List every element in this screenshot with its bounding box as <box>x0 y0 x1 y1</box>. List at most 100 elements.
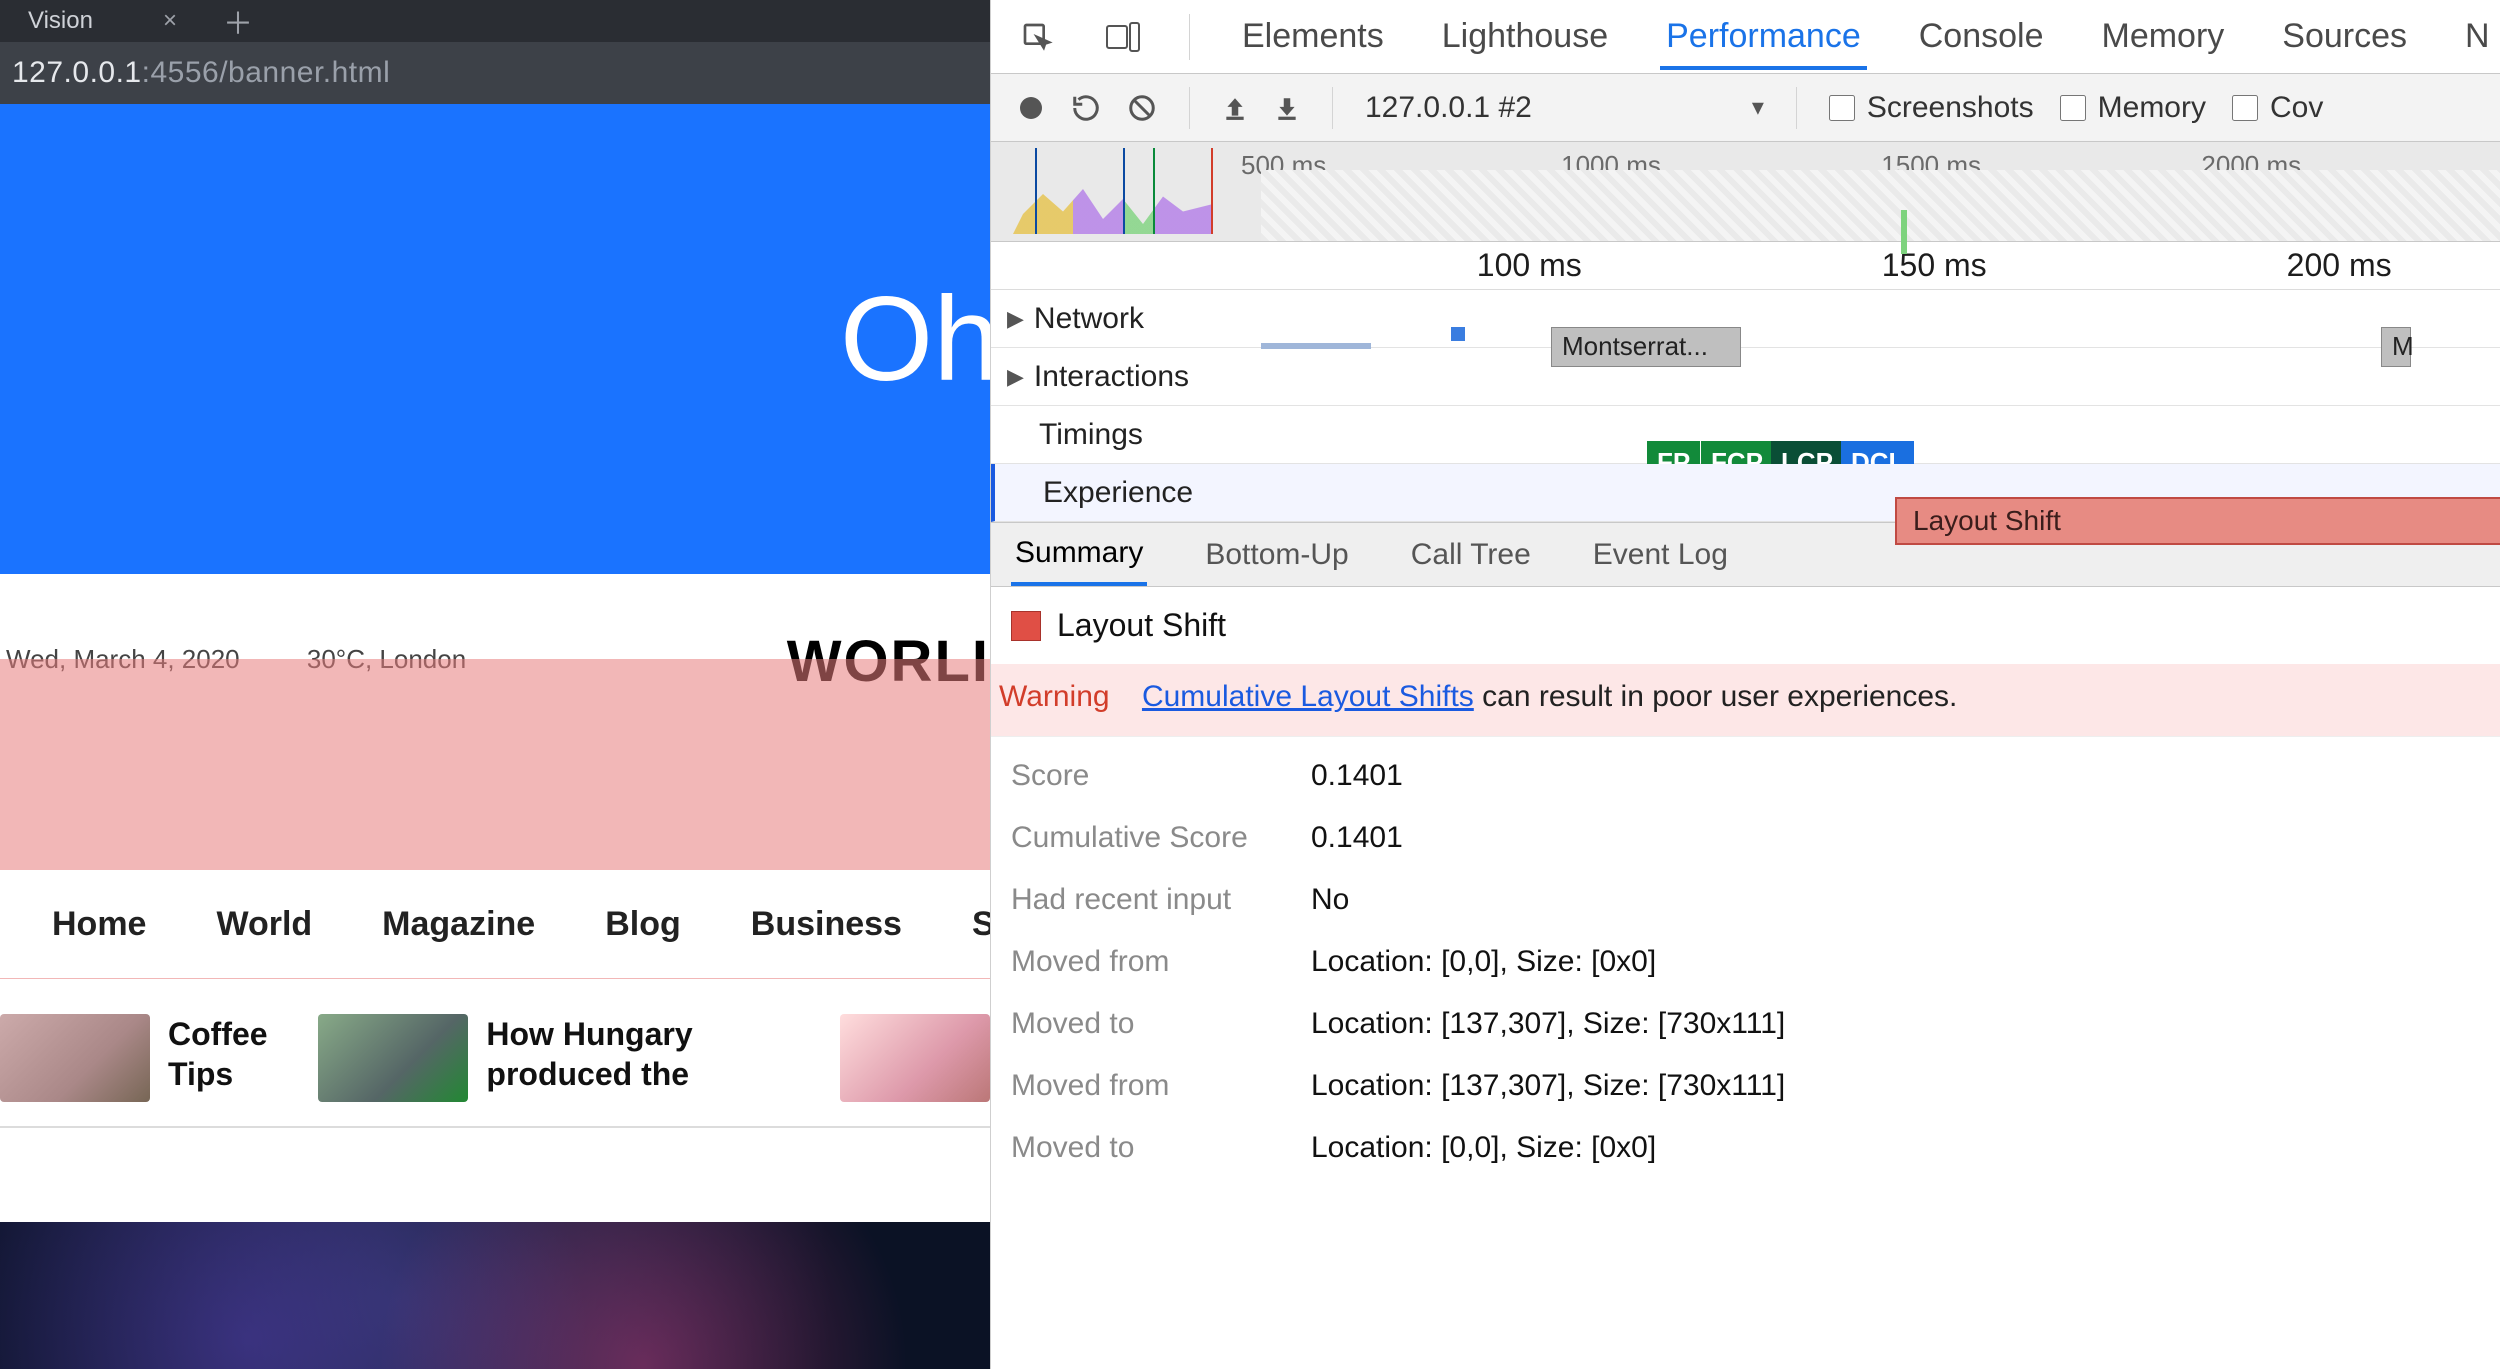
detail-tab-summary[interactable]: Summary <box>1011 524 1147 586</box>
kv-key: Moved from <box>1011 1069 1311 1103</box>
hero-banner: Oh <box>0 104 990 574</box>
device-toggle-icon[interactable] <box>1103 17 1143 57</box>
ruler-tick: 150 ms <box>1882 247 1987 284</box>
chevron-down-icon: ▾ <box>1752 93 1764 122</box>
kv-value: 0.1401 <box>1311 759 2500 793</box>
track-timings[interactable]: Timings FP FCP LCP DCL <box>991 406 2500 464</box>
nav-item-business[interactable]: Business <box>751 905 902 944</box>
ruler-tick: 100 ms <box>1477 247 1582 284</box>
article-strip: Coffee Tips How Hungary produced the <box>0 1014 990 1128</box>
browser-tab[interactable]: Vision × <box>10 7 195 35</box>
article-card[interactable] <box>840 1014 990 1102</box>
new-tab-icon[interactable]: ＋ <box>223 0 253 43</box>
track-network[interactable]: ▶Network Montserrat... M <box>991 290 2500 348</box>
address-bar[interactable]: 127.0.0.1:4556/banner.html <box>0 42 990 104</box>
kv-value: Location: [137,307], Size: [730x111] <box>1311 1069 2500 1103</box>
inspect-icon[interactable] <box>1017 17 1057 57</box>
tab-lighthouse[interactable]: Lighthouse <box>1436 3 1614 70</box>
separator <box>1796 87 1797 129</box>
tab-memory[interactable]: Memory <box>2096 3 2231 70</box>
kv-key: Cumulative Score <box>1011 821 1311 855</box>
warning-rest: can result in poor user experiences. <box>1474 680 1958 713</box>
detail-body: Layout Shift Warning Cumulative Layout S… <box>991 587 2500 1165</box>
memory-checkbox[interactable]: Memory <box>2060 91 2206 125</box>
layout-shift-event[interactable]: Layout Shift <box>1895 497 2500 545</box>
url-text: 127.0.0.1:4556/banner.html <box>12 56 390 90</box>
flame-tracks: ▶Network Montserrat... M ▶Interactions T… <box>991 290 2500 523</box>
track-experience[interactable]: Experience Layout Shift <box>991 464 2500 522</box>
expand-icon[interactable]: ▶ <box>1007 364 1024 390</box>
kv-key: Score <box>1011 759 1311 793</box>
kv-value: Location: [0,0], Size: [0x0] <box>1311 1131 2500 1165</box>
screenshots-checkbox[interactable]: Screenshots <box>1829 91 2034 125</box>
clear-icon[interactable] <box>1127 93 1157 123</box>
upload-icon[interactable] <box>1222 93 1248 123</box>
reload-icon[interactable] <box>1071 93 1101 123</box>
thumbnail-image <box>0 1014 150 1102</box>
article-card[interactable]: How Hungary produced the <box>318 1014 806 1102</box>
tab-sources[interactable]: Sources <box>2276 3 2413 70</box>
detail-title: Layout Shift <box>1011 607 2500 644</box>
thumbnail-image <box>318 1014 468 1102</box>
overview-chart <box>1013 148 1213 234</box>
nav-item-blog[interactable]: Blog <box>605 905 681 944</box>
recording-selector[interactable]: 127.0.0.1 #2 ▾ <box>1365 91 1764 125</box>
browser-window: Vision × ＋ 127.0.0.1:4556/banner.html Oh… <box>0 0 990 1369</box>
detail-kv: Score0.1401 Cumulative Score0.1401 Had r… <box>1011 759 2500 1165</box>
hero-image <box>0 1222 990 1369</box>
nav-item-world[interactable]: World <box>216 905 312 944</box>
page-viewport: Oh Wed, March 4, 2020 30°C, London WORLI… <box>0 104 990 1369</box>
kv-key: Moved to <box>1011 1007 1311 1041</box>
kv-key: Moved from <box>1011 945 1311 979</box>
detail-title-text: Layout Shift <box>1057 607 1226 644</box>
detail-tab-bottomup[interactable]: Bottom-Up <box>1201 526 1352 584</box>
url-host: 127.0.0.1 <box>12 56 142 89</box>
thumbnail-image <box>840 1014 990 1102</box>
url-path: :4556/banner.html <box>142 56 391 89</box>
checkbox-label: Memory <box>2098 91 2206 125</box>
kv-value: Location: [137,307], Size: [730x111] <box>1311 1007 2500 1041</box>
timeline-overview[interactable]: 500 ms 1000 ms 1500 ms 2000 ms <box>991 142 2500 242</box>
download-icon[interactable] <box>1274 93 1300 123</box>
nav-item-home[interactable]: Home <box>52 905 146 944</box>
track-label: Network <box>1034 302 1144 336</box>
kv-value: No <box>1311 883 2500 917</box>
browser-tabbar: Vision × ＋ <box>0 0 990 42</box>
nav-item-magazine[interactable]: Magazine <box>382 905 535 944</box>
detail-tab-eventlog[interactable]: Event Log <box>1589 526 1732 584</box>
track-label: Interactions <box>1034 360 1189 394</box>
kv-value: 0.1401 <box>1311 821 2500 855</box>
tab-elements[interactable]: Elements <box>1236 3 1390 70</box>
article-title: Coffee Tips <box>168 1014 284 1094</box>
tab-performance[interactable]: Performance <box>1660 3 1867 70</box>
separator <box>1332 87 1333 129</box>
performance-toolbar: 127.0.0.1 #2 ▾ Screenshots Memory Cov <box>991 74 2500 142</box>
track-label: Timings <box>1039 418 1143 452</box>
close-icon[interactable]: × <box>163 7 177 35</box>
detail-tab-calltree[interactable]: Call Tree <box>1407 526 1535 584</box>
checkbox-label: Screenshots <box>1867 91 2034 125</box>
tab-console[interactable]: Console <box>1913 3 2050 70</box>
article-card[interactable]: Coffee Tips <box>0 1014 284 1102</box>
tab-title: Vision <box>28 7 93 35</box>
banner-text: Oh <box>840 270 990 408</box>
separator <box>1189 14 1190 60</box>
overview-range <box>1261 170 2500 241</box>
tab-more[interactable]: N <box>2459 3 2496 70</box>
article-title: How Hungary produced the <box>486 1014 806 1094</box>
warning-label: Warning <box>999 680 1110 713</box>
site-nav: Home World Magazine Blog Business S <box>0 870 990 978</box>
color-swatch-icon <box>1011 611 1041 641</box>
recording-label: 127.0.0.1 #2 <box>1365 91 1532 125</box>
devtools-tabs: Elements Lighthouse Performance Console … <box>991 0 2500 74</box>
devtools-panel: Elements Lighthouse Performance Console … <box>990 0 2500 1369</box>
kv-key: Moved to <box>1011 1131 1311 1165</box>
coverage-checkbox[interactable]: Cov <box>2232 91 2323 125</box>
checkbox-label: Cov <box>2270 91 2323 125</box>
nav-item-more[interactable]: S <box>972 905 990 944</box>
record-icon[interactable] <box>1017 94 1045 122</box>
expand-icon[interactable]: ▶ <box>1007 306 1024 332</box>
track-interactions[interactable]: ▶ Interactions <box>991 348 2500 406</box>
track-label: Experience <box>1043 476 1193 510</box>
cls-link[interactable]: Cumulative Layout Shifts <box>1142 680 1474 713</box>
